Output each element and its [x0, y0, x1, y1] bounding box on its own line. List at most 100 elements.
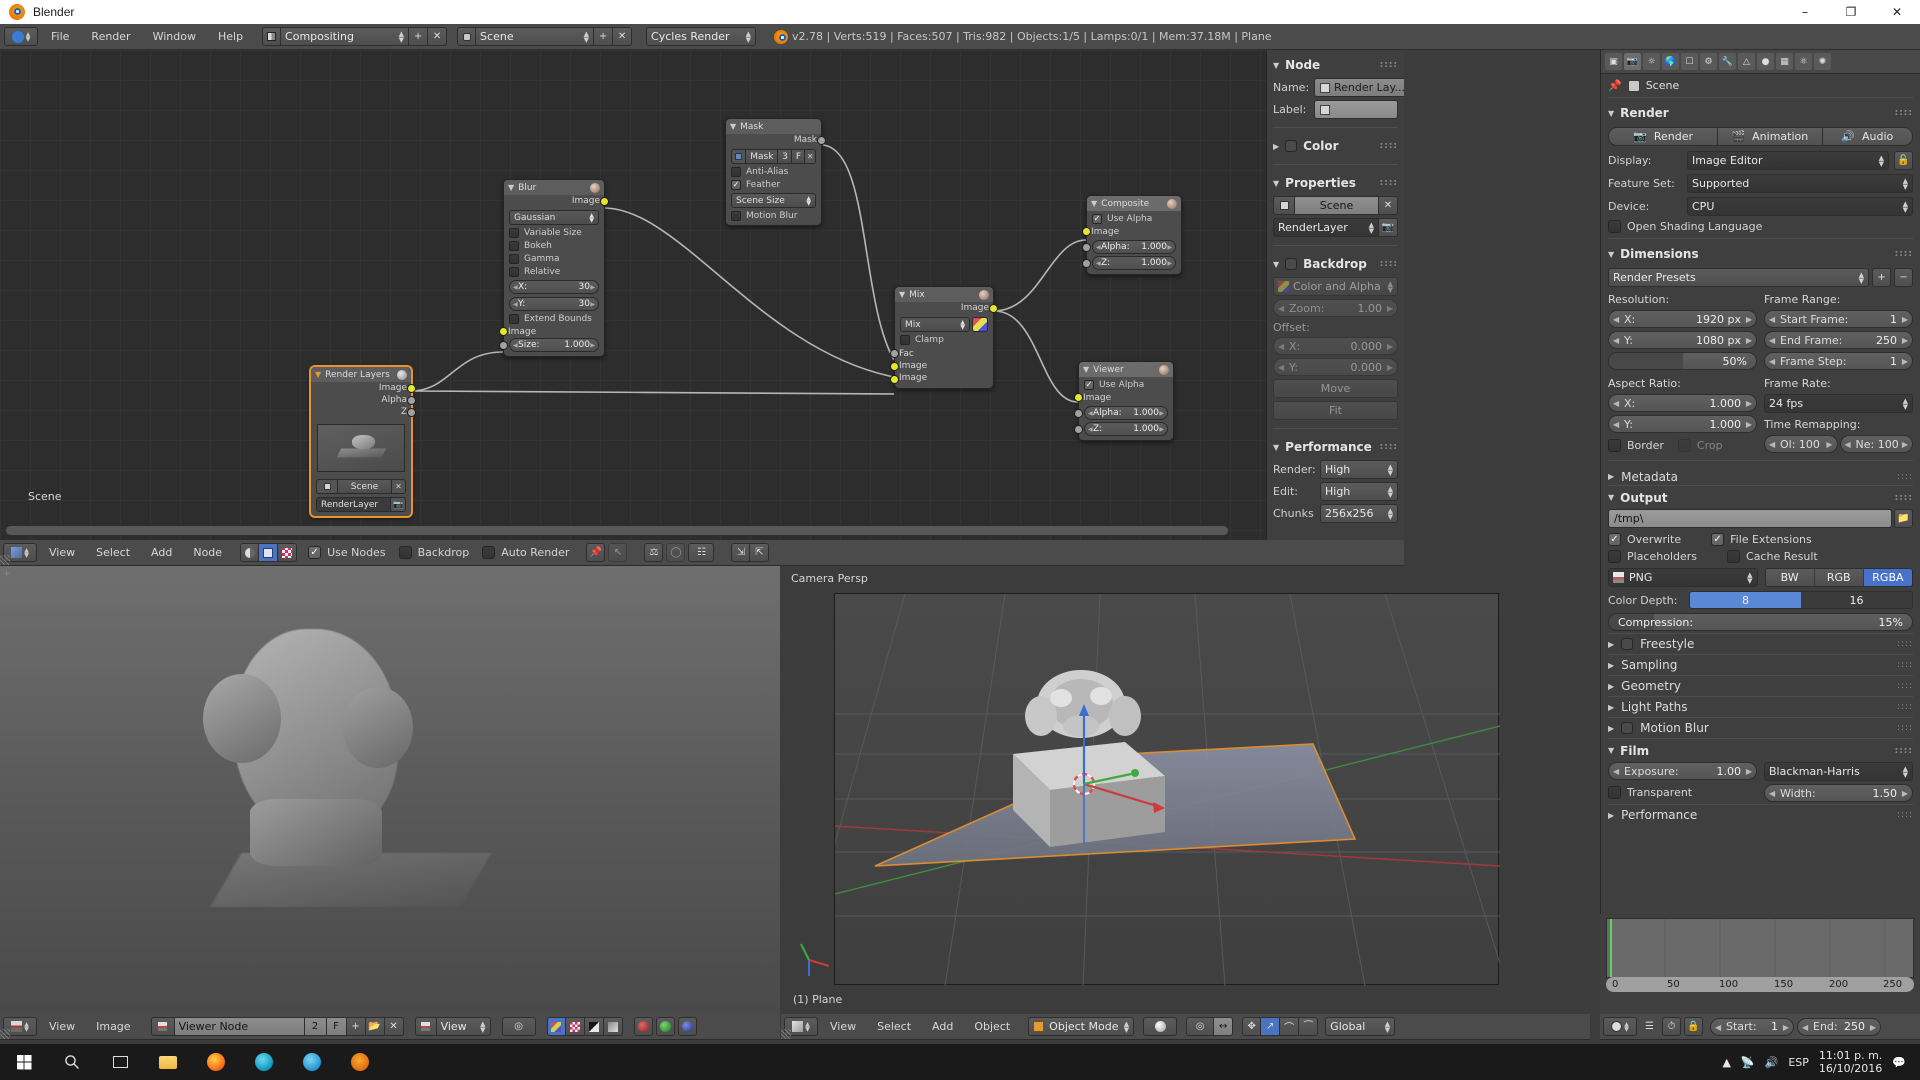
compression-slider[interactable]: Compression: 15% [1608, 613, 1913, 631]
start-frame-field[interactable]: Start Frame: 1 [1764, 310, 1913, 328]
collapse-icon[interactable]: ▼ [1608, 109, 1614, 118]
time-remap-new-field[interactable]: Ne: 100 [1839, 435, 1913, 453]
mask-fake-user-button[interactable]: F [792, 149, 806, 164]
socket-z-in[interactable] [1082, 259, 1091, 268]
aspect-x-field[interactable]: X: 1.000 [1608, 394, 1757, 412]
render-slot-blue-icon[interactable] [677, 1017, 697, 1036]
collapse-icon[interactable]: ▼ [1083, 365, 1089, 374]
compositing-nodes-tab-icon[interactable] [259, 543, 279, 562]
render-slot-green-icon[interactable] [655, 1017, 675, 1036]
timeline-start-frame-field[interactable]: Start: 1 [1710, 1017, 1794, 1036]
render-layer-button[interactable]: 📷 [391, 497, 406, 512]
tab-world-icon[interactable]: 🌎 [1662, 53, 1679, 70]
expand-icon[interactable]: ▶ [1608, 640, 1614, 649]
manipulator-toggle[interactable]: ↔ [1214, 1017, 1234, 1036]
viewport-menu-view[interactable]: View [821, 1017, 865, 1037]
freestyle-toggle-checkbox[interactable] [1621, 638, 1634, 650]
viewport-shading-selector[interactable] [1143, 1017, 1178, 1036]
screen-layout-icon[interactable] [262, 27, 282, 46]
socket-image-in[interactable] [1074, 393, 1083, 402]
node-render-layers[interactable]: ▼ Render Layers Image Alpha Z Scene ✕ Re… [310, 366, 416, 517]
expand-icon[interactable]: ▶ [1608, 472, 1614, 481]
film-filter-type-selector[interactable]: Blackman-Harris ▲ ▼ [1764, 762, 1913, 781]
mask-feather-checkbox[interactable]: ✓ Feather [731, 180, 816, 190]
backdrop-toggle-checkbox[interactable] [1285, 258, 1298, 270]
composite-use-alpha-checkbox[interactable]: ✓ Use Alpha [1092, 214, 1176, 224]
color-toggle-checkbox[interactable] [1285, 140, 1298, 152]
backdrop-panel-header[interactable]: ▼ Backdrop :::: [1273, 254, 1398, 274]
menu-file[interactable]: File [42, 27, 78, 47]
display-channels-alpha-icon[interactable] [565, 1017, 585, 1036]
blur-size-factor-field[interactable]: Size: 1.000 [509, 338, 599, 352]
expand-icon[interactable]: ▶ [1608, 682, 1614, 691]
mask-users-count[interactable]: 3 [778, 149, 793, 164]
viewport-menu-add[interactable]: Add [923, 1017, 962, 1037]
scene-selector[interactable]: Scene ▲ ▼ [476, 27, 595, 46]
composite-alpha-field[interactable]: Alpha: 1.000 [1092, 240, 1176, 254]
render-panel-header[interactable]: ▼ Render :::: [1608, 103, 1913, 123]
node-color-panel-header[interactable]: ▶ Color :::: [1273, 136, 1398, 156]
socket-image2-in[interactable] [890, 375, 899, 384]
node-performance-panel-header[interactable]: ▼ Performance :::: [1273, 437, 1398, 457]
image-view-mode-selector[interactable]: View ▲ ▼ [436, 1017, 491, 1036]
socket-z-out[interactable] [407, 408, 416, 417]
expand-icon[interactable]: ▶ [1273, 142, 1279, 151]
socket-image-out[interactable] [407, 384, 416, 393]
delete-screen-layout-button[interactable]: ✕ [428, 27, 448, 46]
auto-render-checkbox[interactable]: Auto Render [482, 546, 569, 559]
scene-datablock-icon-node[interactable] [316, 479, 338, 494]
mask-motion-blur-checkbox[interactable]: Motion Blur [731, 211, 816, 221]
node-preview-icon[interactable] [979, 289, 989, 300]
snap-node-icon[interactable]: ⚖ [644, 543, 664, 562]
time-remap-old-field[interactable]: Ol: 100 [1764, 435, 1838, 453]
collapse-icon[interactable]: ▼ [1608, 250, 1614, 259]
rotate-manipulator-icon[interactable]: ↗ [1261, 1017, 1281, 1036]
blur-variable-size-checkbox[interactable]: Variable Size [509, 228, 599, 238]
image-datablock-icon[interactable] [150, 1017, 175, 1036]
edit-quality-selector[interactable]: High ▲ ▼ [1320, 482, 1398, 501]
resolution-x-field[interactable]: X: 1920 px [1608, 310, 1757, 328]
expand-icon[interactable]: ▶ [1608, 811, 1614, 820]
add-scene-button[interactable]: + [594, 27, 614, 46]
display-channels-color-alpha-icon[interactable] [546, 1017, 566, 1036]
new-image-button[interactable]: + [346, 1017, 366, 1036]
collapse-icon[interactable]: ▼ [899, 290, 905, 299]
frame-step-field[interactable]: Frame Step: 1 [1764, 352, 1913, 370]
add-screen-layout-button[interactable]: + [409, 27, 429, 46]
expand-icon[interactable]: ▶ [1608, 703, 1614, 712]
node-preview-icon[interactable] [1167, 198, 1177, 209]
viewer-use-alpha-checkbox[interactable]: ✓ Use Alpha [1084, 380, 1168, 390]
mask-name-field[interactable]: Mask [746, 149, 779, 164]
resolution-percentage-slider[interactable]: 50% [1608, 352, 1757, 370]
timeline-menu-icon[interactable]: ☰ [1640, 1017, 1659, 1036]
tab-modifiers-icon[interactable]: 🔧 [1719, 53, 1736, 70]
sidebar-renderlayer-field[interactable]: RenderLayer ▲ ▼ [1273, 218, 1379, 237]
socket-fac-in[interactable] [890, 349, 899, 358]
light-paths-panel-header[interactable]: ▶ Light Paths :::: [1608, 696, 1913, 715]
window-minimize-button[interactable]: – [1782, 0, 1828, 24]
socket-z-in[interactable] [1074, 425, 1083, 434]
editor-type-selector-info[interactable]: ▲ ▼ [4, 27, 38, 46]
socket-alpha-in[interactable] [1074, 409, 1083, 418]
backdrop-offset-y-field[interactable]: Y: 0.000 [1273, 358, 1398, 376]
menu-window[interactable]: Window [144, 27, 205, 47]
film-transparent-checkbox[interactable]: Transparent [1608, 786, 1757, 799]
border-checkbox[interactable]: Border [1608, 439, 1664, 452]
task-view-icon[interactable] [96, 1044, 144, 1080]
blur-bokeh-checkbox[interactable]: Bokeh [509, 241, 599, 251]
scale-manipulator-icon[interactable]: ⌒ [1280, 1017, 1300, 1036]
firefox-icon[interactable] [192, 1044, 240, 1080]
node-label-field[interactable] [1314, 100, 1398, 119]
color-mode-rgb[interactable]: RGB [1814, 569, 1864, 586]
go-to-parent-icon[interactable]: ↖ [608, 543, 628, 562]
timeline-frame-scale[interactable]: 0 50 100 150 200 250 [1606, 977, 1914, 992]
socket-image-out[interactable] [989, 304, 998, 313]
display-channels-bw-icon[interactable] [584, 1017, 604, 1036]
blur-filter-type-selector[interactable]: Gaussian ▲ ▼ [509, 210, 599, 225]
image-users-count[interactable]: 2 [304, 1017, 327, 1036]
proportional-edit-icon[interactable]: ◯ [666, 543, 686, 562]
node-menu-select[interactable]: Select [87, 543, 139, 563]
tab-particles-icon[interactable]: ✺ [1814, 53, 1831, 70]
collapse-icon[interactable]: ▼ [1608, 493, 1614, 502]
file-explorer-icon[interactable] [144, 1044, 192, 1080]
